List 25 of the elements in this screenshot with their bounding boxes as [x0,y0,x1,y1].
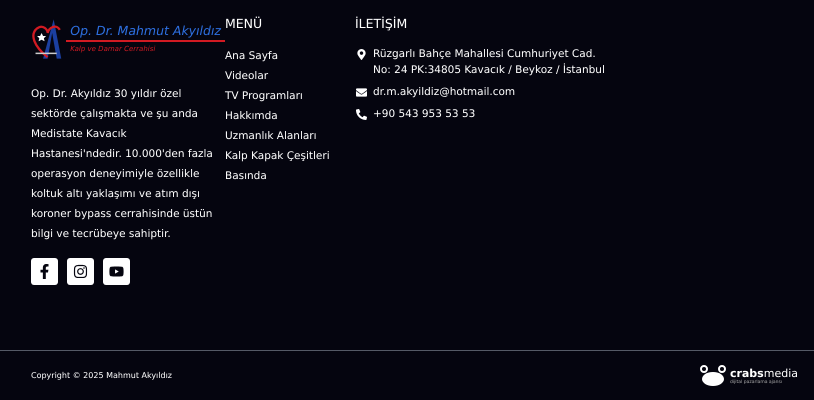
instagram-link[interactable] [67,258,94,285]
youtube-link[interactable] [103,258,130,285]
crab-logo-icon [698,364,727,386]
copyright-text: Copyright © 2025 Mahmut Akyıldız [31,371,172,380]
menu-link[interactable]: Uzmanlık Alanları [225,126,355,146]
phone-icon [355,106,367,122]
address-text: No: 24 PK:34805 Kavacık / Beykoz / İstanbul [373,62,605,78]
menu-heading: MENÜ [225,16,264,31]
about-text: Op. Dr. Akyıldız 30 yıldır özel sektörde çalışmakta ve şu anda Medistate Kavacık Hastanesi'ndedir. 10.000'den fazla operasyon deneyimiyle özellikle koltuk altı yaklaşımı ve atım dışı koroner bypass cerrahisinde üstün bilgi ve tecrübeye sahiptir. [31,87,214,242]
menu-link[interactable]: Videolar [225,66,355,86]
menu-link[interactable]: Basında [225,166,355,186]
menu-link[interactable]: Kalp Kapak Çeşitleri [225,146,355,166]
location-pin-icon [355,46,367,62]
logo-name: Op. Dr. Mahmut Akyıldız [66,22,225,42]
contact-heading: İLETİŞİM [355,16,408,31]
menu-link[interactable]: Hakkımda [225,106,355,126]
menu-link[interactable]: Ana Sayfa [225,46,355,66]
youtube-icon [109,264,124,279]
email-text[interactable]: dr.m.akyildiz@hotmail.com [373,84,516,100]
instagram-icon [73,264,88,279]
address-text: Rüzgarlı Bahçe Mahallesi Cumhuriyet Cad. [373,47,597,62]
facebook-link[interactable] [31,258,58,285]
agency-name[interactable]: crabsmedia [730,366,798,380]
phone-text[interactable]: +90 543 953 53 53 [373,106,476,122]
menu-link[interactable]: TV Programları [225,86,355,106]
